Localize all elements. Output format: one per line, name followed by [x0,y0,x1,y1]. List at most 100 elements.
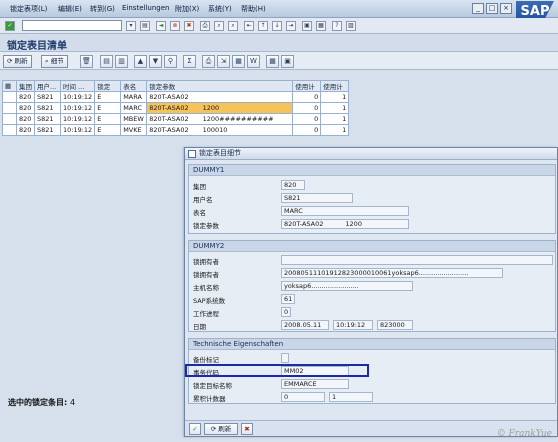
cancel-icon[interactable]: ✖ [184,21,194,31]
deselect-all-icon[interactable]: ▥ [115,55,128,68]
arg-suffix: 1200########## [202,115,274,123]
field-lock-argument: 820T-ASA02 1200 [281,219,409,229]
cell-count-2: 1 [320,102,350,114]
spreadsheet-icon[interactable]: ▦ [232,55,245,68]
menu-lock-entries[interactable]: 锁定表项(L) [10,4,47,14]
table-row[interactable]: 820 S821 10:19:12 E MARC 820T-ASA02 1200 … [2,102,350,114]
row-selector[interactable] [2,113,17,125]
sum-icon[interactable]: Σ [183,55,196,68]
dialog-cancel-button[interactable]: ✖ [241,423,253,435]
word-icon[interactable]: W [247,55,260,68]
command-field[interactable] [22,20,122,31]
cell-count-1: 0 [292,124,322,136]
cell-table: MVKE [120,124,148,136]
cell-count-1: 0 [292,102,322,114]
field-sap-system: 61 [281,294,295,304]
col-use-count-2[interactable]: 使用计 [320,80,350,92]
delete-icon[interactable]: 🗑 [80,55,93,68]
back-icon[interactable]: ◄ [156,21,166,31]
help-icon[interactable]: ? [332,21,342,31]
save-icon[interactable]: ▤ [140,21,150,31]
menu-extras[interactable]: 附加(X) [175,4,199,14]
row-selector[interactable] [2,102,17,114]
next-page-icon[interactable]: ↓ [272,21,282,31]
check-icon[interactable]: ✓ [5,21,15,31]
check-icon: ✓ [192,425,198,433]
cell-lock: E [94,113,122,125]
print-icon[interactable]: ⎙ [200,21,210,31]
menu-settings[interactable]: Einstellungen [122,4,169,12]
label-lock-argument: 锁定参数 [193,222,219,230]
refresh-button[interactable]: ⟳ 刷新 [3,55,32,68]
col-table[interactable]: 表名 [120,80,148,92]
cell-time: 10:19:12 [59,124,96,136]
table-row[interactable]: 820 S821 10:19:12 E MVKE 820T-ASA02 10001… [2,124,350,136]
dialog-title-icon [188,150,196,158]
sort-asc-icon[interactable]: ▲ [134,55,147,68]
label-lock-owner-2: 锁拥有者 [193,271,219,279]
field-counter-2: 1 [329,392,373,402]
find-next-icon[interactable]: ⌕ [228,21,238,31]
field-lock-object: EMMARCE [281,379,349,389]
menu-bar: 锁定表项(L) 编辑(E) 转到(G) Einstellungen 附加(X) … [0,0,558,23]
field-time: 10:19:12 [333,320,373,330]
maximize-icon[interactable]: □ [486,3,498,14]
field-client: 820 [281,180,305,190]
cell-count-2: 1 [320,124,350,136]
col-use-count-1[interactable]: 使用计 [292,80,322,92]
last-page-icon[interactable]: ⇥ [286,21,296,31]
table-row[interactable]: 820 S821 10:19:12 E MARA 820T-ASA02 0 1 [2,91,350,103]
dropdown-icon[interactable]: ▾ [126,21,136,31]
cell-client: 820 [16,91,35,103]
print-list-icon[interactable]: ⎙ [202,55,215,68]
selected-entries-label: 选中的锁定条目: 4 [8,397,75,408]
field-host: yoksap6....................... [281,281,413,291]
layout-icon[interactable]: ▨ [346,21,356,31]
layout-change-icon[interactable]: ▦ [266,55,279,68]
lock-entries-table: ▦ 集团 用户... 时间 ... 锁定 表名 锁定参数 使用计 使用计 820… [2,80,350,136]
table-row[interactable]: 820 S821 10:19:12 E MBEW 820T-ASA02 1200#… [2,113,350,125]
field-microseconds: 823000 [377,320,413,330]
col-lock-mode[interactable]: 锁定 [94,80,122,92]
sort-desc-icon[interactable]: ▼ [149,55,162,68]
layout-save-icon[interactable]: ▣ [281,55,294,68]
menu-edit[interactable]: 编辑(E) [58,4,82,14]
find-icon[interactable]: ⌕ [214,21,224,31]
first-page-icon[interactable]: ⇤ [244,21,254,31]
new-session-icon[interactable]: ▣ [302,21,312,31]
menu-system[interactable]: 系统(Y) [208,4,232,14]
export-icon[interactable]: ⇲ [217,55,230,68]
shortcut-icon[interactable]: ▦ [316,21,326,31]
cell-count-2: 1 [320,113,350,125]
field-work-process: 0 [281,307,291,317]
cell-user: S821 [34,102,61,114]
cell-argument: 820T-ASA02 [146,91,294,103]
cell-argument: 820T-ASA02 1200########## [146,113,294,125]
dialog-refresh-button[interactable]: ⟳ 刷新 [204,423,238,435]
col-time[interactable]: 时间 ... [59,80,96,92]
label-sap-system: SAP系统数 [193,297,226,305]
confirm-button[interactable]: ✓ [189,423,201,435]
cell-count-1: 0 [292,113,322,125]
col-client[interactable]: 集团 [16,80,35,92]
cell-count-2: 1 [320,91,350,103]
arg-prefix: 820T-ASA02 [149,126,189,134]
menu-help[interactable]: 帮助(H) [241,4,266,14]
row-selector[interactable] [2,91,17,103]
row-selector[interactable] [2,124,17,136]
close-icon[interactable]: × [500,3,512,14]
details-button[interactable]: ⌕ 细节 [41,55,68,68]
menu-goto[interactable]: 转到(G) [90,4,115,14]
col-lock-argument[interactable]: 锁定参数 [146,80,294,92]
filter-icon[interactable]: ⚲ [164,55,177,68]
cell-argument-selected: 820T-ASA02 1200 [146,102,294,114]
application-toolbar: ⟳ 刷新 ⌕ 细节 🗑 ▤ ▥ ▲ ▼ ⚲ Σ ⎙ ⇲ ▦ W ▦ ▣ [0,52,558,70]
select-all-cell[interactable]: ▦ [2,80,17,92]
cell-count-1: 0 [292,91,322,103]
minimize-icon[interactable]: _ [472,3,484,14]
col-user[interactable]: 用户... [34,80,61,92]
select-all-icon[interactable]: ▤ [100,55,113,68]
exit-icon[interactable]: ⊗ [170,21,180,31]
label-work-process: 工作进程 [193,310,219,318]
prev-page-icon[interactable]: ↑ [258,21,268,31]
